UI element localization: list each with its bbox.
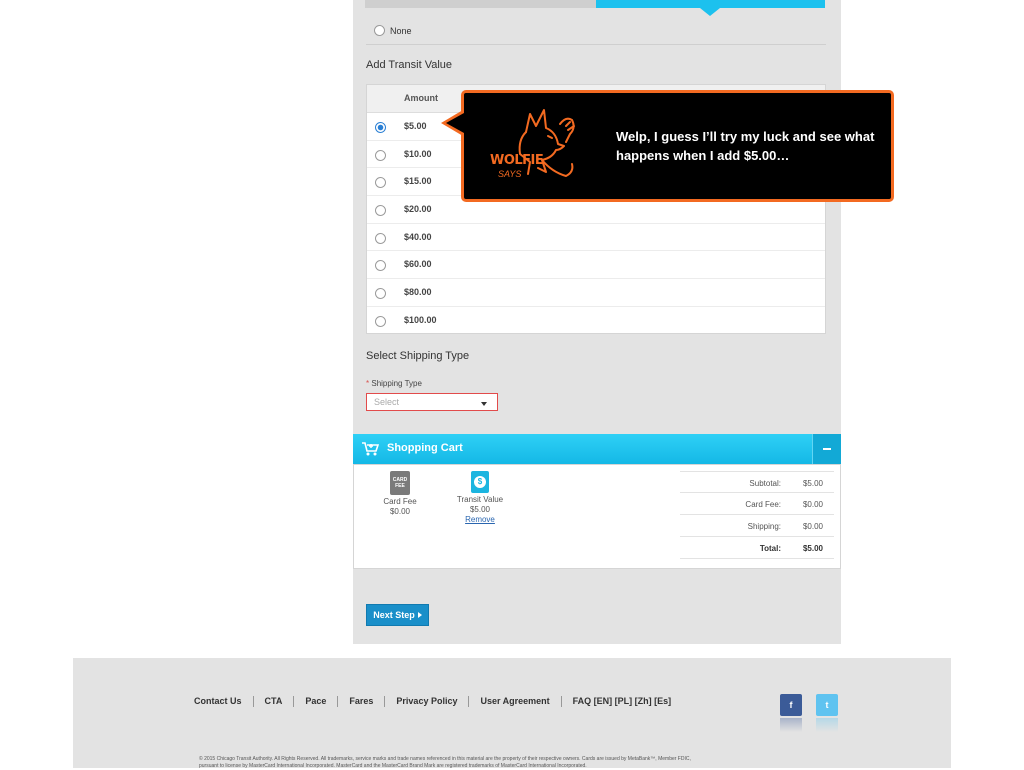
shipping-type-select[interactable]: Select xyxy=(366,393,498,411)
amount-value: $20.00 xyxy=(404,204,432,215)
amount-value: $80.00 xyxy=(404,287,432,298)
amount-value: $15.00 xyxy=(404,176,432,187)
dollar-icon: $ xyxy=(471,471,489,493)
footer-link[interactable]: Privacy Policy xyxy=(384,696,468,707)
totals-row: Card Fee: $0.00 xyxy=(680,493,834,515)
shopping-cart-title: Shopping Cart xyxy=(387,442,463,454)
cart-item-price: $0.00 xyxy=(389,507,411,516)
chevron-down-icon xyxy=(481,402,487,406)
wolfie-logo-text: WOLFIE xyxy=(490,153,544,168)
copyright-line: © 2015 Chicago Transit Authority. All Ri… xyxy=(199,756,691,762)
amount-value: $10.00 xyxy=(404,148,432,159)
totals-label: Shipping: xyxy=(747,522,781,531)
totals-label: Subtotal: xyxy=(749,479,781,488)
amount-value: $40.00 xyxy=(404,231,432,242)
footer-link[interactable]: Fares xyxy=(337,696,384,707)
wolfie-logo-says: SAYS xyxy=(498,169,522,179)
footer-link[interactable]: CTA xyxy=(252,696,294,707)
twitter-icon[interactable]: t xyxy=(816,694,838,716)
callout-pointer-inner xyxy=(446,113,464,133)
tab-option-left[interactable] xyxy=(365,0,596,8)
copyright-line: pursuant to license by MasterCard Intern… xyxy=(199,763,587,769)
footer: Contact Us CTA Pace Fares Privacy Policy User… xyxy=(73,658,951,769)
amount-radio[interactable] xyxy=(375,149,386,161)
amount-column-header: Amount xyxy=(404,93,438,103)
cart-icon xyxy=(362,442,379,456)
shopping-cart-header: Shopping Cart xyxy=(353,434,841,464)
footer-link[interactable]: Contact Us xyxy=(194,696,253,707)
cart-item-name: Transit Value xyxy=(456,495,504,504)
totals-label: Total: xyxy=(759,544,781,553)
divider xyxy=(366,44,826,45)
card-fee-icon: CARD FEE xyxy=(390,471,410,495)
next-step-label: Next Step xyxy=(373,610,415,620)
shipping-title: Select Shipping Type xyxy=(366,350,470,362)
amount-row[interactable]: $80.00 xyxy=(367,279,825,307)
tab-selected-indicator xyxy=(700,8,720,16)
facebook-icon[interactable]: f xyxy=(780,694,802,716)
add-value-title: Add Transit Value xyxy=(366,59,453,71)
none-label: None xyxy=(390,25,412,36)
totals-amount: $0.00 xyxy=(802,522,823,531)
amount-radio[interactable] xyxy=(375,260,386,272)
shipping-label-text: Shipping Type xyxy=(371,379,422,388)
totals-row: Subtotal: $5.00 xyxy=(680,471,834,493)
amount-radio[interactable] xyxy=(375,205,386,217)
collapse-cart-button[interactable] xyxy=(812,434,841,464)
totals-label: Card Fee: xyxy=(745,500,781,509)
cart-item-transit-value: $ Transit Value $5.00 Remove xyxy=(450,471,510,525)
amount-row[interactable]: $100.00 xyxy=(367,307,825,335)
amount-radio[interactable] xyxy=(375,315,386,327)
amount-value: $100.00 xyxy=(404,314,437,325)
amount-radio[interactable] xyxy=(375,122,386,133)
required-mark: * xyxy=(366,379,370,388)
amount-radio[interactable] xyxy=(375,232,386,244)
totals-row: Shipping: $0.00 xyxy=(680,515,834,537)
cart-item-price: $5.00 xyxy=(469,505,491,514)
footer-link[interactable]: FAQ [EN] [PL] [Zh] [Es] xyxy=(560,696,683,707)
amount-value: $60.00 xyxy=(404,259,432,270)
none-option[interactable]: None xyxy=(374,25,412,36)
footer-links: Contact Us CTA Pace Fares Privacy Policy User… xyxy=(194,696,682,707)
twitter-icon-reflection xyxy=(816,718,838,732)
arrow-right-icon xyxy=(417,612,422,618)
footer-link[interactable]: Pace xyxy=(293,696,337,707)
amount-row[interactable]: $40.00 xyxy=(367,224,825,252)
cart-totals: Subtotal: $5.00 Card Fee: $0.00 Shipping: $0.… xyxy=(680,471,834,559)
amount-radio[interactable] xyxy=(375,288,386,300)
totals-amount: $5.00 xyxy=(802,479,823,488)
amount-radio[interactable] xyxy=(375,177,386,189)
amount-row[interactable]: $60.00 xyxy=(367,251,825,280)
cart-item-name: Card Fee xyxy=(383,497,417,506)
callout-text: Welp, I guess I’ll try my luck and see w… xyxy=(616,129,875,163)
none-radio[interactable] xyxy=(374,25,385,36)
footer-link[interactable]: User Agreement xyxy=(468,696,560,707)
totals-amount: $0.00 xyxy=(802,500,823,509)
totals-amount: $5.00 xyxy=(802,544,823,553)
shipping-select-placeholder: Select xyxy=(374,397,400,407)
tab-option-selected[interactable] xyxy=(596,0,825,8)
next-step-button[interactable]: Next Step xyxy=(366,604,429,626)
facebook-icon-reflection xyxy=(780,718,802,732)
remove-link[interactable]: Remove xyxy=(465,515,495,524)
cart-item-card-fee: CARD FEE Card Fee $0.00 xyxy=(375,471,425,517)
shipping-field-label: * Shipping Type xyxy=(366,379,422,388)
wolfie-callout: WOLFIE SAYS Welp, I guess I’ll try my lu… xyxy=(461,90,894,202)
amount-value: $5.00 xyxy=(404,121,427,131)
minus-icon xyxy=(823,448,831,450)
totals-row: Total: $5.00 xyxy=(680,537,834,559)
